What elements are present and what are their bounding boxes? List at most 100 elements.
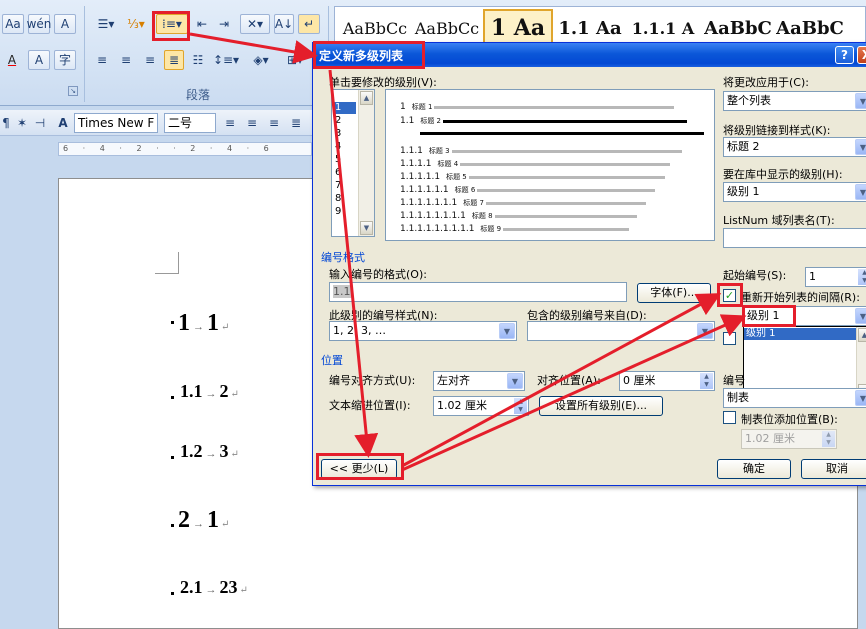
level-item[interactable]: 9 — [334, 206, 356, 218]
heading-text: 3 — [219, 441, 229, 461]
heading-marker — [171, 592, 174, 595]
tab-arrow-icon: → — [205, 584, 217, 596]
character-shading-icon[interactable]: A — [28, 50, 50, 70]
apply-to-select[interactable]: 整个列表 ▼ — [723, 91, 866, 111]
gallery-level-select[interactable]: 级别 1 ▼ — [723, 182, 866, 202]
preview-line — [420, 132, 704, 135]
level-item[interactable]: 8 — [334, 193, 356, 205]
horizontal-ruler[interactable]: 6 · 4 · 2 · · 2 · 4 · 6 — [58, 142, 312, 156]
align-left-icon[interactable]: ≡ — [92, 50, 112, 70]
aligned-at-spinner[interactable]: 0 厘米 ▲ ▼ — [619, 371, 715, 391]
chevron-down-icon[interactable]: ▼ — [697, 323, 713, 339]
scroll-up-icon[interactable]: ▲ — [360, 91, 373, 105]
preview-row: 1 标题 1 — [400, 102, 675, 112]
level-list[interactable]: 1 2 3 4 5 6 7 8 9 ▲ ▼ — [331, 89, 375, 237]
font-button[interactable]: 字体(F)... — [637, 283, 711, 303]
number-format-input[interactable]: 1.1 — [329, 282, 627, 302]
include-level-select[interactable]: ▼ — [527, 321, 715, 341]
decrease-indent-icon[interactable]: ⇤ — [192, 14, 212, 34]
align-right-icon[interactable]: ≡ — [140, 50, 160, 70]
show-marks-icon[interactable]: ↵ — [298, 14, 320, 34]
heading-1[interactable]: 2 → 1 ↵ — [178, 507, 229, 534]
text-style-icon[interactable]: A — [52, 113, 74, 133]
character-border-icon[interactable]: A — [54, 14, 76, 34]
chevron-down-icon[interactable]: ▼ — [855, 139, 866, 155]
level-item[interactable]: 2 — [334, 115, 356, 127]
add-tab-spinner[interactable]: 1.02 厘米 ▲ ▼ — [741, 429, 837, 449]
chevron-down-icon[interactable]: ▼ — [855, 184, 866, 200]
follow-number-select[interactable]: 制表 ▼ — [723, 388, 866, 408]
align-center-icon[interactable]: ≡ — [116, 50, 136, 70]
alignment-select[interactable]: 左对齐 ▼ — [433, 371, 525, 391]
alignment-label: 编号对齐方式(U): — [329, 374, 416, 387]
chevron-down-icon[interactable]: ▼ — [499, 323, 515, 339]
align-right-icon[interactable]: ≡ — [264, 113, 284, 133]
borders-icon[interactable]: ⊞▾ — [280, 50, 310, 70]
heading-text: 1 — [207, 310, 219, 336]
heading-2[interactable]: 1.1 → 2 ↵ — [180, 381, 239, 402]
bullets-icon[interactable]: ☰▾ — [92, 14, 120, 34]
chevron-down-icon[interactable]: ▼ — [855, 308, 866, 324]
change-case-icon[interactable]: Aa — [2, 14, 24, 34]
link-style-value: 标题 2 — [727, 140, 760, 153]
number-format-section: 编号格式 — [321, 251, 365, 264]
shading-icon[interactable]: ◈▾ — [246, 50, 276, 70]
cancel-button[interactable]: 取消 — [801, 459, 866, 479]
level-item[interactable]: 5 — [334, 154, 356, 166]
listnum-input[interactable] — [723, 228, 866, 248]
level-item[interactable]: 4 — [334, 141, 356, 153]
level-item[interactable]: 7 — [334, 180, 356, 192]
ok-button[interactable]: 确定 — [717, 459, 791, 479]
alignment-value: 左对齐 — [437, 374, 470, 387]
scroll-down-icon[interactable]: ▼ — [360, 221, 373, 235]
phonetic-guide-icon[interactable]: wén — [27, 14, 51, 34]
scroll-up-icon[interactable]: ▲ — [858, 328, 866, 342]
enclose-characters-icon[interactable]: 字 — [54, 50, 76, 70]
enter-format-label: 输入编号的格式(O): — [329, 268, 427, 281]
chevron-down-icon[interactable]: ▼ — [855, 390, 866, 406]
heading-2[interactable]: 2.1 → 23 ↵ — [180, 577, 248, 598]
increase-indent-icon[interactable]: ⇥ — [214, 14, 234, 34]
toolbar-icon[interactable]: ✶ — [14, 113, 30, 133]
preview-row: 1.1.1 标题 3 — [400, 146, 682, 156]
font-size-box[interactable]: 二号 — [164, 113, 216, 133]
heading-2[interactable]: 1.2 → 3 ↵ — [180, 441, 239, 462]
level-item[interactable]: 1 — [334, 102, 356, 114]
indent-spinner[interactable]: 1.02 厘米 ▲ ▼ — [433, 396, 529, 416]
chevron-down-icon[interactable]: ▼ — [507, 373, 523, 389]
spinner-arrows-icon[interactable]: ▲▼ — [858, 269, 866, 285]
numbering-icon[interactable]: ⅓▾ — [122, 14, 150, 34]
add-tab-checkbox[interactable]: ✓ — [723, 411, 736, 424]
link-style-select[interactable]: 标题 2 ▼ — [723, 137, 866, 157]
toolbar-icon[interactable]: ⊣ — [32, 113, 48, 133]
level-item[interactable]: 6 — [334, 167, 356, 179]
heading-number: 1.1 — [180, 381, 203, 401]
spinner-arrows-icon[interactable]: ▲▼ — [822, 431, 835, 447]
align-center-icon[interactable]: ≡ — [242, 113, 262, 133]
spinner-arrows-icon[interactable]: ▲▼ — [700, 373, 713, 389]
toolbar-icon[interactable]: ¶ — [0, 113, 12, 133]
distributed-icon[interactable]: ☷ — [188, 50, 208, 70]
chinese-layout-icon[interactable]: ✕▾ — [240, 14, 270, 34]
spinner-arrows-icon[interactable]: ▲▼ — [514, 398, 527, 414]
set-all-levels-button[interactable]: 设置所有级别(E)... — [539, 396, 663, 416]
heading-1[interactable]: 1 → 1 ↵ — [178, 310, 229, 337]
close-button[interactable]: X — [857, 46, 866, 64]
number-style-select[interactable]: 1, 2, 3, … ▼ — [329, 321, 517, 341]
legal-style-checkbox[interactable]: ✓ — [723, 332, 736, 345]
font-color-icon[interactable]: A — [0, 50, 24, 70]
font-name-box[interactable]: Times New F — [74, 113, 158, 133]
preview-number: 1.1.1.1.1.1.1 — [400, 198, 458, 208]
level-item[interactable]: 3 — [334, 128, 356, 140]
justify-icon[interactable]: ≣ — [286, 113, 306, 133]
justify-icon[interactable]: ≣ — [164, 50, 184, 70]
dropdown-option[interactable]: 级别 1 — [744, 328, 856, 340]
start-at-spinner[interactable]: 1 ▲▼ — [805, 267, 866, 287]
help-button[interactable]: ? — [835, 46, 854, 64]
line-spacing-icon[interactable]: ↕≡▾ — [212, 50, 240, 70]
chevron-down-icon[interactable]: ▼ — [855, 93, 866, 109]
font-dialog-launcher-icon[interactable]: ↘ — [68, 86, 78, 96]
align-left-icon[interactable]: ≡ — [220, 113, 240, 133]
sort-icon[interactable]: A↓ — [274, 14, 294, 34]
level-list-scrollbar[interactable]: ▲ ▼ — [358, 90, 374, 236]
